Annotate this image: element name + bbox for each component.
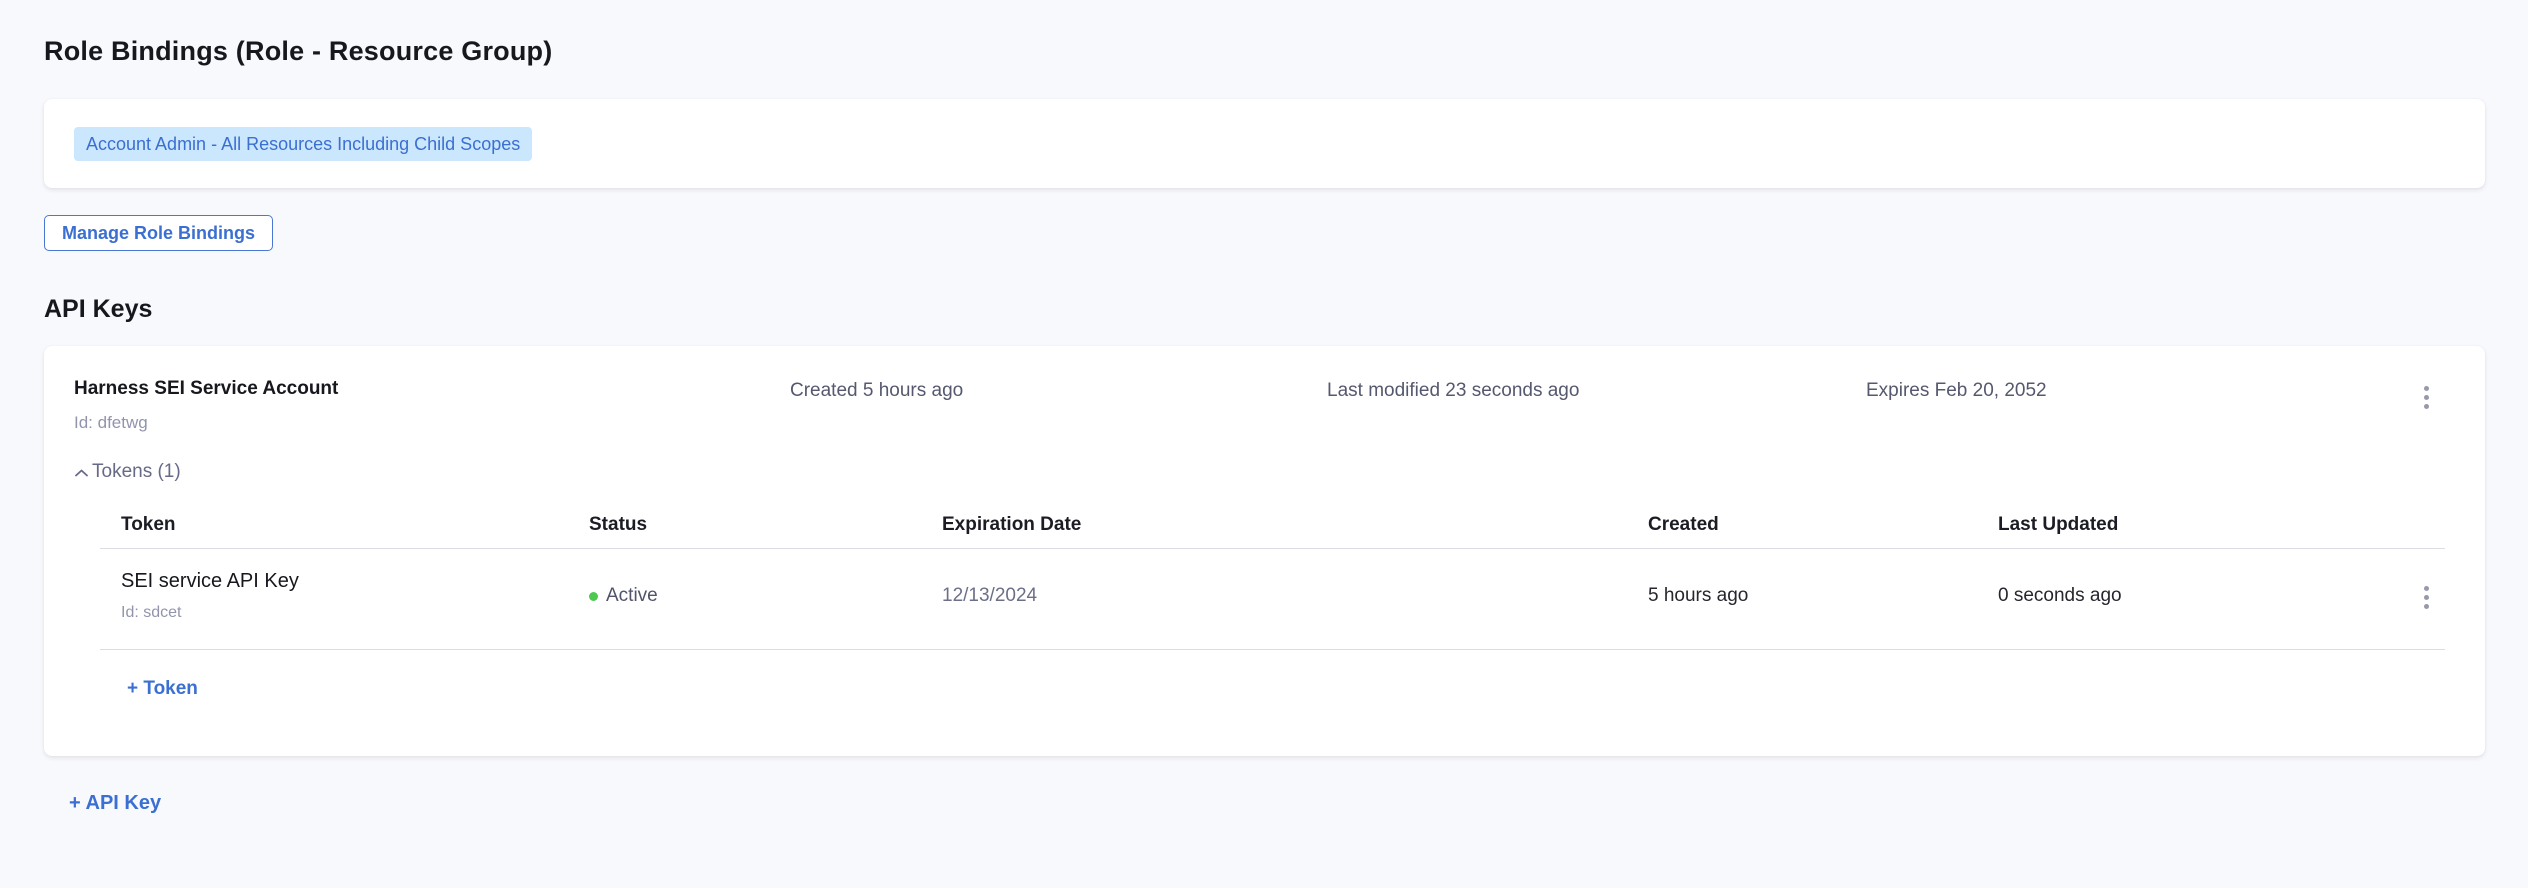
token-name: SEI service API Key bbox=[121, 570, 589, 593]
token-status: Active bbox=[589, 585, 942, 607]
column-header-last-updated: Last Updated bbox=[1998, 514, 2375, 536]
tokens-table-header-row: Token Status Expiration Date Created Las… bbox=[100, 501, 2445, 549]
manage-role-bindings-button[interactable]: Manage Role Bindings bbox=[44, 215, 273, 251]
chevron-up-icon bbox=[74, 466, 89, 478]
token-created: 5 hours ago bbox=[1648, 585, 1998, 607]
tokens-table: Token Status Expiration Date Created Las… bbox=[100, 501, 2445, 700]
role-bindings-card: Account Admin - All Resources Including … bbox=[44, 99, 2485, 188]
api-key-card-header: Harness SEI Service Account Id: dfetwg C… bbox=[44, 378, 2485, 433]
api-key-expires: Expires Feb 20, 2052 bbox=[1866, 378, 2375, 402]
api-key-created: Created 5 hours ago bbox=[790, 378, 1327, 402]
api-key-card: Harness SEI Service Account Id: dfetwg C… bbox=[44, 346, 2485, 756]
column-header-expiration-date: Expiration Date bbox=[942, 514, 1648, 536]
token-last-updated: 0 seconds ago bbox=[1998, 585, 2375, 607]
tokens-collapse-toggle[interactable]: Tokens (1) bbox=[74, 461, 181, 483]
add-token-button[interactable]: + Token bbox=[127, 678, 198, 700]
column-header-token: Token bbox=[100, 514, 589, 536]
token-menu-button[interactable] bbox=[2416, 580, 2437, 615]
token-expiration-date: 12/13/2024 bbox=[942, 585, 1648, 607]
api-key-menu-button[interactable] bbox=[2416, 380, 2437, 415]
column-header-status: Status bbox=[589, 514, 942, 536]
token-table-row: SEI service API Key Id: sdcet Active 12/… bbox=[100, 549, 2445, 650]
api-key-name: Harness SEI Service Account bbox=[74, 378, 790, 400]
page-title: Role Bindings (Role - Resource Group) bbox=[44, 36, 2485, 67]
api-key-identity: Harness SEI Service Account Id: dfetwg bbox=[74, 378, 790, 433]
add-api-key-button[interactable]: + API Key bbox=[69, 792, 161, 815]
page-container: Role Bindings (Role - Resource Group) Ac… bbox=[0, 0, 2528, 815]
token-id: Id: sdcet bbox=[121, 604, 589, 622]
api-keys-heading: API Keys bbox=[44, 295, 2485, 324]
status-active-dot-icon bbox=[589, 592, 598, 601]
tokens-toggle-label: Tokens (1) bbox=[92, 461, 181, 483]
api-key-last-modified: Last modified 23 seconds ago bbox=[1327, 378, 1866, 402]
status-badge: Active bbox=[606, 585, 658, 607]
column-header-created: Created bbox=[1648, 514, 1998, 536]
api-key-id: Id: dfetwg bbox=[74, 413, 790, 433]
role-binding-chip[interactable]: Account Admin - All Resources Including … bbox=[74, 127, 532, 161]
token-identity: SEI service API Key Id: sdcet bbox=[100, 570, 589, 622]
